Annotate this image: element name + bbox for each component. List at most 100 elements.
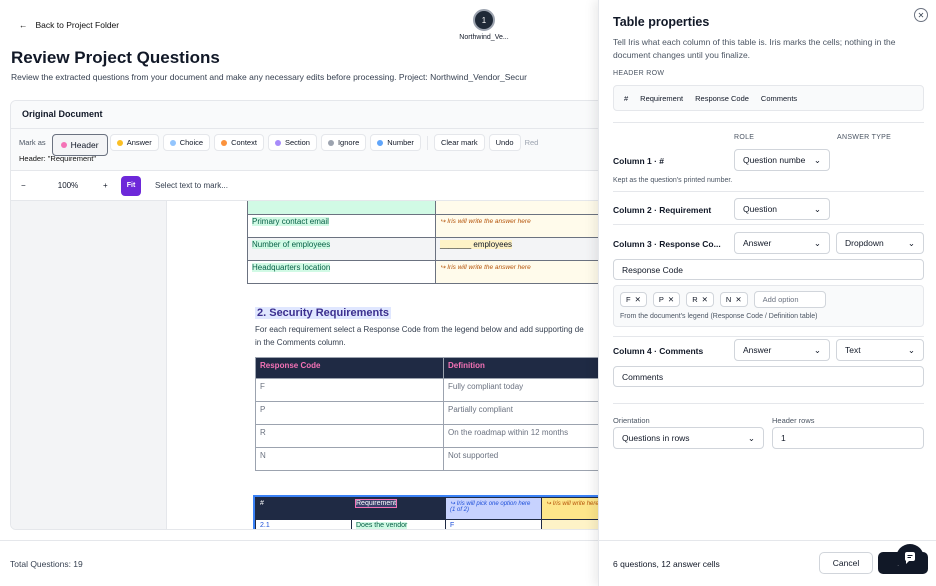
answer-type-label: ANSWER TYPE: [837, 134, 892, 141]
table-row: R On the roadmap within 12 months: [255, 424, 598, 448]
mark-section-button[interactable]: Section: [267, 134, 317, 151]
close-icon[interactable]: ✕: [914, 8, 928, 22]
col-header[interactable]: ↪ Iris will write here (1 of 2): [541, 497, 598, 520]
chevron-down-icon: ⌄: [813, 344, 821, 355]
divider: [613, 224, 924, 225]
table-row: F Fully compliant today: [255, 378, 598, 402]
color-dot-icon: [377, 139, 384, 146]
column-3-type-select[interactable]: Dropdown ⌄: [836, 232, 924, 254]
column-2-role-select[interactable]: Question ⌄: [734, 198, 830, 220]
step-circle: 1: [473, 9, 495, 31]
contact-table: Primary contact email ↪ Iris will write t…: [247, 201, 598, 284]
divider: [613, 336, 924, 337]
zoom-out-icon[interactable]: −: [21, 181, 33, 190]
doc-title: Original Document: [11, 101, 598, 129]
color-dot-icon: [169, 139, 176, 146]
column-1-role-select[interactable]: Question numbe ⌄: [734, 149, 830, 171]
section-paragraph: For each requirement select a Response C…: [255, 325, 584, 347]
mark-context-button[interactable]: Context: [214, 134, 264, 151]
option-chip[interactable]: P ✕: [652, 292, 681, 307]
legend-table: Response Code Definition F Fully compliant…: [255, 357, 598, 471]
panel-description: Tell Iris what each column of this table…: [613, 37, 896, 60]
option-chip[interactable]: N ✕: [719, 292, 748, 307]
panel-title: Table properties: [613, 15, 710, 29]
contact-label[interactable]: Headquarters location: [247, 260, 436, 284]
close-icon: ✕: [634, 295, 641, 304]
role-label: ROLE: [734, 134, 755, 141]
chevron-down-icon: ⌄: [747, 432, 755, 443]
document-canvas: Primary contact email ↪ Iris will write t…: [11, 201, 598, 529]
table-row: P Partially compliant: [255, 401, 598, 425]
column-4-role-select[interactable]: Answer ⌄: [734, 339, 830, 361]
contact-label[interactable]: Primary contact email: [247, 214, 436, 238]
chat-icon[interactable]: [896, 544, 924, 572]
header-row-label: HEADER ROW: [613, 70, 665, 77]
orientation-select[interactable]: Questions in rows ⌄: [613, 427, 764, 449]
zoom-in-icon[interactable]: +: [103, 181, 121, 190]
document-viewer: Original Document Mark as QuestionAnswer…: [10, 100, 598, 530]
column-3-role-select[interactable]: Answer ⌄: [734, 232, 830, 254]
fit-button[interactable]: Fit: [121, 175, 141, 196]
header-cell: Requirement: [640, 93, 684, 103]
header-cell: #: [624, 93, 629, 103]
header-row-preview: # Requirement Response Code Comments: [613, 85, 924, 111]
column-3-name: Column 3 · Response Co...: [613, 239, 721, 249]
column-4-text-input[interactable]: Comments: [613, 366, 924, 387]
header-cell: Comments: [760, 93, 798, 103]
undo-button[interactable]: Undo: [488, 134, 521, 151]
mark-answer-button[interactable]: Answer: [109, 134, 159, 151]
panel-footer: 6 questions, 12 answer cells Cancel Ap: [599, 540, 936, 586]
section-heading[interactable]: 2. Security Requirements: [255, 307, 392, 319]
header-cell: Response Code: [695, 93, 749, 103]
redo-button[interactable]: Red: [525, 138, 539, 147]
col-header[interactable]: Requirement: [351, 497, 446, 520]
page-subtitle: Review the extracted questions from your…: [11, 72, 527, 82]
color-dot-icon: [274, 139, 281, 146]
divider: [613, 191, 924, 192]
table-row: Primary contact email ↪ Iris will write t…: [247, 214, 598, 238]
header-rows-input[interactable]: 1: [772, 427, 924, 449]
legend-hint: From the document's legend (Response Cod…: [620, 313, 818, 320]
legend-header[interactable]: Definition: [443, 357, 598, 379]
orientation-label: Orientation: [613, 416, 650, 425]
divider: [613, 403, 924, 404]
option-chip[interactable]: F ✕: [620, 292, 647, 307]
col-header[interactable]: ↪ Iris will pick one option here (1 of 2…: [445, 497, 542, 520]
column-3-text-input[interactable]: Response Code: [613, 259, 924, 280]
chevron-down-icon: ⌄: [813, 237, 821, 248]
color-dot-icon: [60, 142, 67, 148]
column-4-type-select[interactable]: Text ⌄: [836, 339, 924, 361]
close-icon: ✕: [735, 295, 742, 304]
legend-header[interactable]: Response Code: [255, 357, 444, 379]
cancel-button[interactable]: Cancel: [819, 552, 873, 574]
table-row: 2.1 Does the vendor F: [255, 519, 598, 529]
clear-mark-button[interactable]: Clear mark: [433, 134, 485, 151]
chevron-down-icon: ⌄: [907, 237, 915, 248]
mark-as-label: Mark as: [19, 138, 46, 147]
table-row: N Not supported: [255, 447, 598, 471]
mark-number-button[interactable]: Number: [370, 134, 421, 151]
mark-choice-button[interactable]: Choice: [162, 134, 211, 151]
answer-cell[interactable]: ↪ Iris will write the answer here: [435, 214, 598, 238]
zoom-level: 100%: [57, 181, 79, 190]
mark-header-button[interactable]: Header: [51, 134, 108, 156]
add-option-input[interactable]: Add option: [753, 291, 826, 308]
back-link[interactable]: ← Back to Project Folder: [19, 20, 119, 30]
column-2-name: Column 2 · Requirement: [613, 205, 712, 215]
table-properties-panel: Table properties ✕ Tell Iris what each c…: [598, 0, 936, 586]
answer-cell[interactable]: ↪ Iris will write the answer here: [435, 260, 598, 284]
answer-cell[interactable]: _______ employees: [435, 237, 598, 261]
page-title: Review Project Questions: [11, 48, 220, 67]
document-page: Primary contact email ↪ Iris will write t…: [166, 201, 598, 529]
mark-ignore-button[interactable]: Ignore: [320, 134, 367, 151]
table-row: Headquarters location ↪ Iris will write t…: [247, 260, 598, 284]
option-chip[interactable]: R ✕: [686, 292, 714, 307]
chevron-down-icon: ⌄: [813, 203, 821, 214]
col-header[interactable]: #: [255, 497, 352, 520]
contact-label[interactable]: Number of employees: [247, 237, 436, 261]
mark-toolbar: Mark as QuestionAnswerChoiceHeaderContex…: [11, 129, 598, 171]
step-label: Northwind_Ve...: [459, 34, 509, 41]
table-row: Number of employees _______ employees: [247, 237, 598, 261]
select-hint: Select text to mark...: [155, 181, 228, 190]
chevron-down-icon: ⌄: [907, 344, 915, 355]
